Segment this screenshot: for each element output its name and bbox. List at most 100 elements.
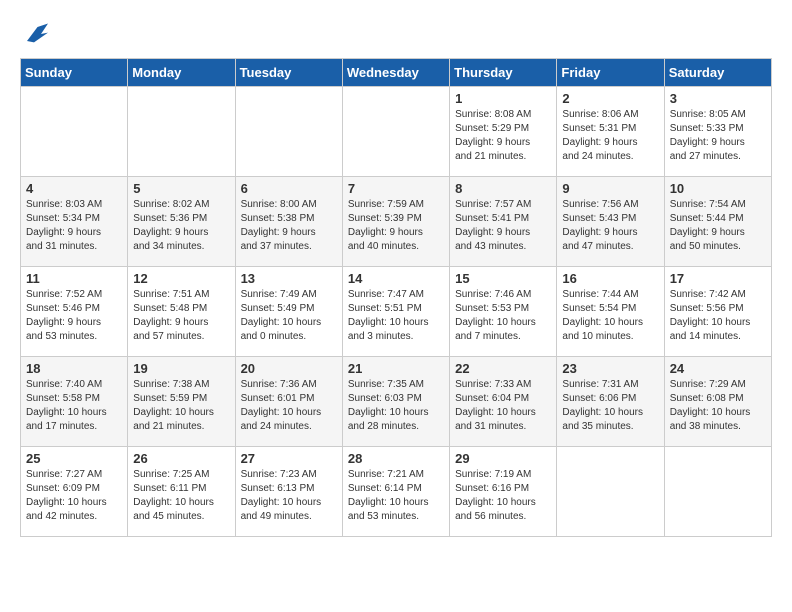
day-number: 15 <box>455 271 551 286</box>
day-number: 3 <box>670 91 766 106</box>
day-number: 14 <box>348 271 444 286</box>
day-of-week-header: Wednesday <box>342 59 449 87</box>
day-number: 18 <box>26 361 122 376</box>
day-info: Sunrise: 7:49 AM Sunset: 5:49 PM Dayligh… <box>241 288 337 344</box>
day-number: 26 <box>133 451 229 466</box>
calendar-cell: 18Sunrise: 7:40 AM Sunset: 5:58 PM Dayli… <box>21 357 128 447</box>
calendar-week-row: 18Sunrise: 7:40 AM Sunset: 5:58 PM Dayli… <box>21 357 772 447</box>
calendar-cell: 21 Sunrise: 7:35 AM Sunset: 6:03 PM Dayli… <box>342 357 449 447</box>
day-info: Sunrise: 7:36 AM Sunset: 6:01 PM Dayligh… <box>241 378 337 434</box>
day-number: 17 <box>670 271 766 286</box>
day-info: Sunrise: 8:08 AM Sunset: 5:29 PM Dayligh… <box>455 108 551 164</box>
day-number: 7 <box>348 181 444 196</box>
day-info: Sunrise: 7:29 AM Sunset: 6:08 PM Dayligh… <box>670 378 766 434</box>
day-number: 22 <box>455 361 551 376</box>
calendar-cell <box>557 447 664 537</box>
calendar-cell: 26 Sunrise: 7:25 AM Sunset: 6:11 PM Dayli… <box>128 447 235 537</box>
day-number: 21 <box>348 361 444 376</box>
calendar-cell: 10 Sunrise: 7:54 AM Sunset: 5:44 PM Dayli… <box>664 177 771 267</box>
calendar-table: SundayMondayTuesdayWednesdayThursdayFrid… <box>20 58 772 537</box>
calendar-cell <box>664 447 771 537</box>
calendar-cell: 3 Sunrise: 8:05 AM Sunset: 5:33 PM Daylig… <box>664 87 771 177</box>
day-info: Sunrise: 7:27 AM Sunset: 6:09 PM Dayligh… <box>26 468 122 524</box>
day-info: Sunrise: 7:21 AM Sunset: 6:14 PM Dayligh… <box>348 468 444 524</box>
calendar-cell: 16 Sunrise: 7:44 AM Sunset: 5:54 PM Dayli… <box>557 267 664 357</box>
calendar-cell: 12 Sunrise: 7:51 AM Sunset: 5:48 PM Dayli… <box>128 267 235 357</box>
day-info: Sunrise: 7:31 AM Sunset: 6:06 PM Dayligh… <box>562 378 658 434</box>
logo-icon <box>20 20 48 48</box>
day-of-week-header: Tuesday <box>235 59 342 87</box>
calendar-cell: 22 Sunrise: 7:33 AM Sunset: 6:04 PM Dayli… <box>450 357 557 447</box>
page-header <box>20 20 772 48</box>
day-info: Sunrise: 7:23 AM Sunset: 6:13 PM Dayligh… <box>241 468 337 524</box>
calendar-cell: 9 Sunrise: 7:56 AM Sunset: 5:43 PM Daylig… <box>557 177 664 267</box>
day-number: 28 <box>348 451 444 466</box>
calendar-cell: 4 Sunrise: 8:03 AM Sunset: 5:34 PM Daylig… <box>21 177 128 267</box>
day-number: 8 <box>455 181 551 196</box>
calendar-header-row: SundayMondayTuesdayWednesdayThursdayFrid… <box>21 59 772 87</box>
day-number: 10 <box>670 181 766 196</box>
day-info: Sunrise: 8:03 AM Sunset: 5:34 PM Dayligh… <box>26 198 122 254</box>
day-number: 13 <box>241 271 337 286</box>
day-number: 16 <box>562 271 658 286</box>
calendar-body: 1 Sunrise: 8:08 AM Sunset: 5:29 PM Daylig… <box>21 87 772 537</box>
calendar-week-row: 4 Sunrise: 8:03 AM Sunset: 5:34 PM Daylig… <box>21 177 772 267</box>
day-info: Sunrise: 7:44 AM Sunset: 5:54 PM Dayligh… <box>562 288 658 344</box>
calendar-cell: 13 Sunrise: 7:49 AM Sunset: 5:49 PM Dayli… <box>235 267 342 357</box>
calendar-cell <box>21 87 128 177</box>
day-number: 2 <box>562 91 658 106</box>
day-number: 19 <box>133 361 229 376</box>
calendar-cell: 8Sunrise: 7:57 AM Sunset: 5:41 PM Daylig… <box>450 177 557 267</box>
day-info: Sunrise: 7:35 AM Sunset: 6:03 PM Dayligh… <box>348 378 444 434</box>
day-info: Sunrise: 7:56 AM Sunset: 5:43 PM Dayligh… <box>562 198 658 254</box>
calendar-week-row: 1 Sunrise: 8:08 AM Sunset: 5:29 PM Daylig… <box>21 87 772 177</box>
day-info: Sunrise: 8:00 AM Sunset: 5:38 PM Dayligh… <box>241 198 337 254</box>
day-number: 4 <box>26 181 122 196</box>
day-number: 9 <box>562 181 658 196</box>
logo <box>20 20 52 48</box>
calendar-cell: 5 Sunrise: 8:02 AM Sunset: 5:36 PM Daylig… <box>128 177 235 267</box>
day-number: 25 <box>26 451 122 466</box>
day-info: Sunrise: 7:59 AM Sunset: 5:39 PM Dayligh… <box>348 198 444 254</box>
day-number: 12 <box>133 271 229 286</box>
day-number: 1 <box>455 91 551 106</box>
day-number: 5 <box>133 181 229 196</box>
day-info: Sunrise: 7:19 AM Sunset: 6:16 PM Dayligh… <box>455 468 551 524</box>
calendar-cell: 20 Sunrise: 7:36 AM Sunset: 6:01 PM Dayli… <box>235 357 342 447</box>
calendar-cell: 28 Sunrise: 7:21 AM Sunset: 6:14 PM Dayli… <box>342 447 449 537</box>
calendar-cell: 11Sunrise: 7:52 AM Sunset: 5:46 PM Dayli… <box>21 267 128 357</box>
calendar-cell: 14Sunrise: 7:47 AM Sunset: 5:51 PM Dayli… <box>342 267 449 357</box>
day-number: 20 <box>241 361 337 376</box>
calendar-cell <box>235 87 342 177</box>
calendar-cell: 19 Sunrise: 7:38 AM Sunset: 5:59 PM Dayli… <box>128 357 235 447</box>
calendar-week-row: 11Sunrise: 7:52 AM Sunset: 5:46 PM Dayli… <box>21 267 772 357</box>
day-of-week-header: Sunday <box>21 59 128 87</box>
day-info: Sunrise: 7:42 AM Sunset: 5:56 PM Dayligh… <box>670 288 766 344</box>
day-info: Sunrise: 7:51 AM Sunset: 5:48 PM Dayligh… <box>133 288 229 344</box>
calendar-cell <box>128 87 235 177</box>
calendar-cell: 23 Sunrise: 7:31 AM Sunset: 6:06 PM Dayli… <box>557 357 664 447</box>
day-of-week-header: Monday <box>128 59 235 87</box>
day-info: Sunrise: 8:06 AM Sunset: 5:31 PM Dayligh… <box>562 108 658 164</box>
day-info: Sunrise: 7:38 AM Sunset: 5:59 PM Dayligh… <box>133 378 229 434</box>
calendar-cell: 17 Sunrise: 7:42 AM Sunset: 5:56 PM Dayli… <box>664 267 771 357</box>
day-info: Sunrise: 7:25 AM Sunset: 6:11 PM Dayligh… <box>133 468 229 524</box>
calendar-cell <box>342 87 449 177</box>
calendar-cell: 1 Sunrise: 8:08 AM Sunset: 5:29 PM Daylig… <box>450 87 557 177</box>
day-info: Sunrise: 7:33 AM Sunset: 6:04 PM Dayligh… <box>455 378 551 434</box>
day-number: 23 <box>562 361 658 376</box>
day-of-week-header: Friday <box>557 59 664 87</box>
day-info: Sunrise: 8:05 AM Sunset: 5:33 PM Dayligh… <box>670 108 766 164</box>
calendar-cell: 7 Sunrise: 7:59 AM Sunset: 5:39 PM Daylig… <box>342 177 449 267</box>
day-info: Sunrise: 7:54 AM Sunset: 5:44 PM Dayligh… <box>670 198 766 254</box>
calendar-cell: 2 Sunrise: 8:06 AM Sunset: 5:31 PM Daylig… <box>557 87 664 177</box>
calendar-cell: 27Sunrise: 7:23 AM Sunset: 6:13 PM Dayli… <box>235 447 342 537</box>
day-of-week-header: Saturday <box>664 59 771 87</box>
day-number: 11 <box>26 271 122 286</box>
calendar-cell: 29Sunrise: 7:19 AM Sunset: 6:16 PM Dayli… <box>450 447 557 537</box>
day-info: Sunrise: 8:02 AM Sunset: 5:36 PM Dayligh… <box>133 198 229 254</box>
day-number: 24 <box>670 361 766 376</box>
day-number: 6 <box>241 181 337 196</box>
calendar-cell: 15 Sunrise: 7:46 AM Sunset: 5:53 PM Dayli… <box>450 267 557 357</box>
day-info: Sunrise: 7:46 AM Sunset: 5:53 PM Dayligh… <box>455 288 551 344</box>
